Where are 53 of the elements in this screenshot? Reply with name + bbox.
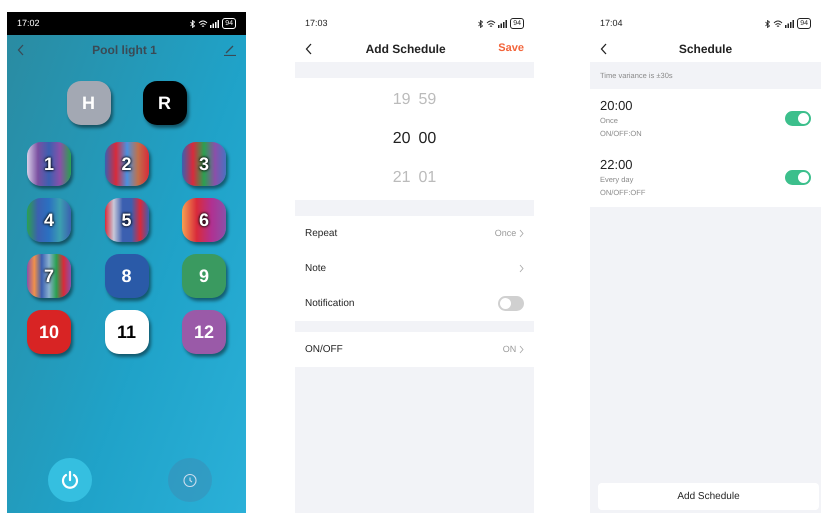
- setting-label: Notification: [305, 297, 354, 311]
- schedule-time: 22:00: [600, 156, 634, 173]
- schedule-toggle[interactable]: [785, 170, 811, 185]
- bluetooth-icon: [764, 20, 770, 28]
- color-button[interactable]: 6: [182, 198, 226, 242]
- color-button[interactable]: 1: [27, 142, 71, 186]
- screen-title: Pool light 1: [92, 42, 157, 59]
- timer-button[interactable]: [168, 458, 212, 502]
- mode-button[interactable]: R: [142, 81, 186, 125]
- chevron-right-icon[interactable]: [519, 264, 524, 273]
- color-button[interactable]: 3: [182, 142, 226, 186]
- setting-label: Repeat: [305, 227, 338, 241]
- status-time: 17:02: [17, 16, 40, 30]
- color-button[interactable]: 9: [182, 254, 226, 298]
- picker-minute[interactable]: 00: [418, 127, 436, 151]
- power-button[interactable]: [48, 458, 92, 502]
- back-icon[interactable]: [305, 42, 313, 54]
- chevron-right-icon[interactable]: [519, 229, 524, 238]
- color-button[interactable]: 7: [27, 254, 71, 298]
- schedule-time: 20:00: [600, 97, 634, 114]
- color-button[interactable]: 12: [182, 310, 226, 354]
- color-button[interactable]: 5: [104, 198, 148, 242]
- timer-icon: [182, 472, 198, 488]
- signal-icon: [498, 20, 508, 28]
- setting-label: Note: [305, 262, 326, 276]
- setting-value[interactable]: Once: [494, 226, 516, 240]
- picker-hour[interactable]: 20: [392, 127, 410, 151]
- bluetooth-icon: [190, 20, 195, 28]
- signal-icon: [785, 20, 794, 28]
- color-button[interactable]: 11: [104, 310, 148, 354]
- save-link[interactable]: Save: [498, 40, 524, 57]
- status-time: 17:04: [600, 16, 623, 30]
- power-icon: [60, 470, 80, 490]
- color-button[interactable]: 8: [104, 254, 148, 298]
- wifi-icon: [772, 20, 783, 28]
- add-schedule-button[interactable]: Add Schedule: [598, 483, 819, 510]
- screen-title: Add Schedule: [366, 40, 446, 58]
- color-button[interactable]: 4: [27, 198, 71, 242]
- wifi-icon: [486, 20, 496, 28]
- status-time: 17:03: [305, 16, 328, 30]
- setting-value[interactable]: ON: [502, 342, 516, 356]
- schedule-toggle[interactable]: [785, 111, 811, 126]
- color-button[interactable]: 10: [27, 310, 71, 354]
- bluetooth-icon: [478, 20, 483, 28]
- signal-icon: [210, 20, 220, 28]
- chevron-right-icon[interactable]: [519, 345, 524, 354]
- color-button[interactable]: 2: [104, 142, 148, 186]
- setting-label: ON/OFF: [305, 343, 343, 357]
- notification-toggle[interactable]: [498, 296, 524, 311]
- wifi-icon: [198, 20, 208, 28]
- edit-icon[interactable]: [224, 44, 236, 56]
- back-icon[interactable]: [600, 42, 608, 54]
- screen-title: Schedule: [678, 40, 732, 58]
